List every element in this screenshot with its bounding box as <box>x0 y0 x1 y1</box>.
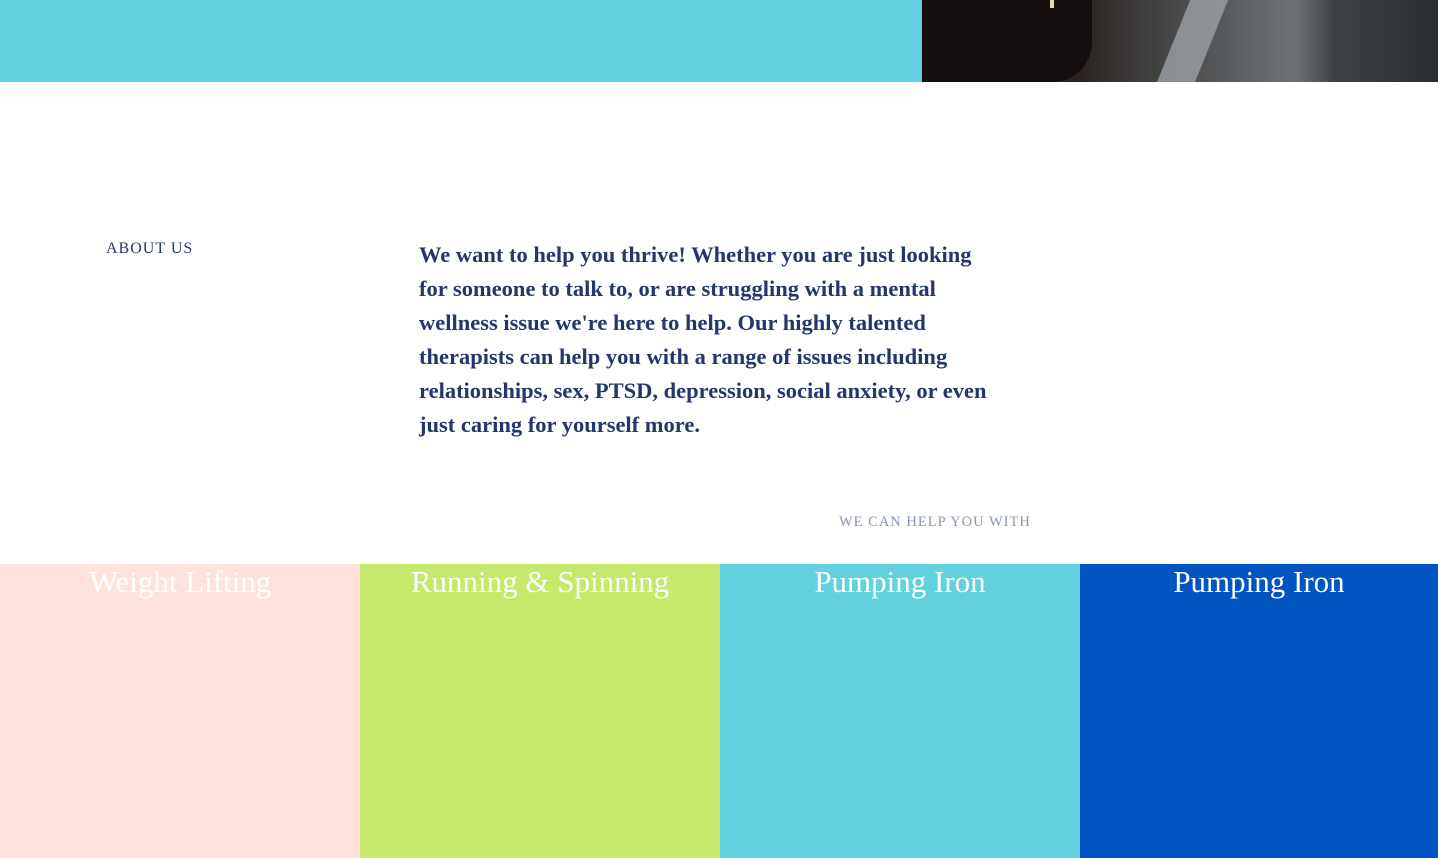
service-card-weight-lifting[interactable]: Weight Lifting <box>0 564 360 858</box>
hero-color-band <box>0 0 922 82</box>
service-card-pumping-iron-2[interactable]: Pumping Iron <box>1080 564 1438 858</box>
hero-photo <box>922 0 1438 82</box>
service-card-title: Running & Spinning <box>410 564 670 599</box>
photo-dark-shape <box>922 0 1092 82</box>
service-card-title: Weight Lifting <box>88 564 272 599</box>
services-cards: Weight Lifting Running & Spinning Pumpin… <box>0 564 1438 858</box>
about-us-text: We want to help you thrive! Whether you … <box>419 242 987 437</box>
about-us-label: ABOUT US <box>106 240 194 257</box>
service-card-title: Pumping Iron <box>814 564 986 599</box>
photo-rail <box>1149 0 1233 82</box>
photo-glint <box>1050 0 1054 8</box>
we-can-help-label: WE CAN HELP YOU WITH <box>839 514 1031 530</box>
service-card-running-spinning[interactable]: Running & Spinning <box>360 564 720 858</box>
service-card-pumping-iron[interactable]: Pumping Iron <box>720 564 1080 858</box>
service-card-title: Pumping Iron <box>1173 564 1345 599</box>
